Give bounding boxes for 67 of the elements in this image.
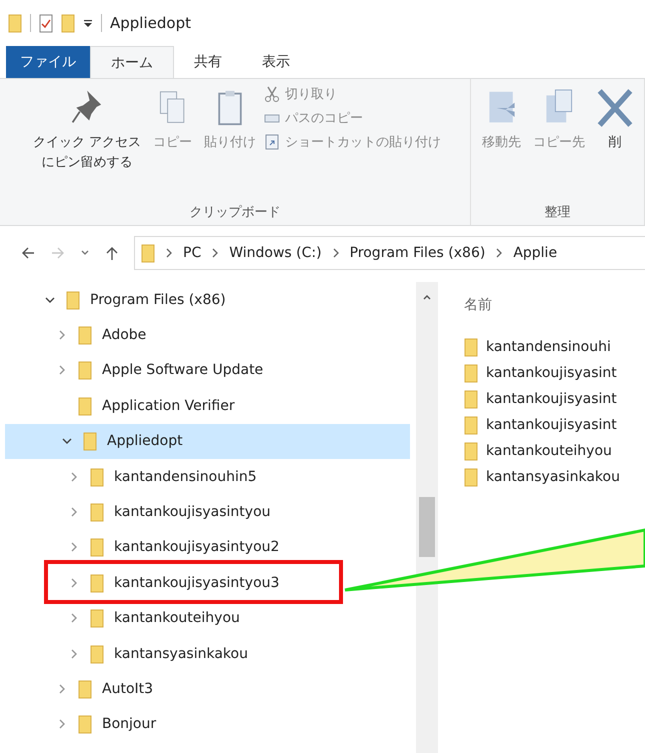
breadcrumb[interactable]: Windows (C:) <box>229 245 322 261</box>
address-bar[interactable]: PC Windows (C:) Program Files (x86) Applie <box>134 236 645 270</box>
scrollbar-thumb[interactable] <box>419 497 435 557</box>
ribbon-button[interactable]: クイック アクセス にピン留めする <box>28 85 146 174</box>
folder-icon <box>90 502 104 522</box>
tree-item[interactable]: Bonjour <box>0 706 410 742</box>
checklist-icon[interactable] <box>39 13 53 33</box>
file-item[interactable]: kantansyasinkakou <box>464 464 620 490</box>
folder-icon <box>90 466 104 487</box>
group-label: クリップボード <box>190 204 280 221</box>
folder-icon <box>141 243 155 263</box>
folder-icon <box>90 537 104 558</box>
tree-item[interactable]: kantankoujisyasintyou <box>0 494 410 530</box>
folder-icon <box>78 714 92 734</box>
tree-item[interactable]: Adobe <box>0 317 410 353</box>
dropdown-icon[interactable] <box>83 18 93 28</box>
file-item[interactable]: kantandensinouhi <box>464 334 611 360</box>
ribbon-tab[interactable]: 表示 <box>242 46 310 78</box>
folder-icon <box>78 396 92 416</box>
file-item[interactable]: kantankoujisyasint <box>464 386 617 412</box>
breadcrumb[interactable]: Program Files (x86) <box>350 245 486 261</box>
file-item[interactable]: kantankoujisyasint <box>464 412 617 438</box>
tree-item[interactable]: kantankouteihyou <box>0 600 410 636</box>
back-arrow-icon[interactable] <box>20 245 36 261</box>
tree-item[interactable]: Apple Software Update <box>0 352 410 388</box>
group-label: 整理 <box>544 204 570 221</box>
folder-icon <box>90 644 104 664</box>
up-arrow-icon[interactable] <box>104 245 120 261</box>
tree-item[interactable]: AutoIt3 <box>0 671 410 707</box>
tree-item[interactable]: Program Files (x86) <box>0 282 410 318</box>
folder-icon[interactable] <box>8 13 22 33</box>
folder-icon <box>83 431 97 452</box>
tree-item[interactable]: Application Verifier <box>0 388 410 424</box>
column-header[interactable]: 名前 <box>464 296 645 314</box>
window-title: Appliedopt <box>110 14 191 32</box>
folder-icon <box>90 608 104 628</box>
tree-item[interactable]: kantandensinouhin5 <box>0 458 410 494</box>
tree-item[interactable]: kantansyasinkakou <box>0 636 410 672</box>
breadcrumb[interactable]: Applie <box>513 245 558 261</box>
folder-icon <box>464 363 478 383</box>
ribbon-tab[interactable]: ホーム <box>90 46 174 78</box>
ribbon-tab[interactable]: ファイル <box>6 46 90 78</box>
forward-arrow-icon[interactable] <box>50 245 66 261</box>
folder-icon <box>464 441 478 461</box>
tree-item[interactable]: Appliedopt <box>5 424 410 459</box>
folder-icon <box>90 572 104 593</box>
folder-icon[interactable] <box>61 13 75 33</box>
chevron-right-icon <box>211 248 220 258</box>
chevron-right-icon <box>495 248 504 258</box>
folder-icon <box>464 467 478 487</box>
folder-icon <box>464 389 478 409</box>
folder-icon <box>78 678 92 699</box>
ribbon-button[interactable]: 削 <box>593 85 637 154</box>
folder-icon <box>66 290 80 310</box>
breadcrumb[interactable]: PC <box>183 245 202 261</box>
folder-icon <box>464 415 478 435</box>
shortcut-icon <box>264 134 280 150</box>
chevron-right-icon <box>165 248 173 258</box>
folder-icon <box>464 337 478 357</box>
file-item[interactable]: kantankouteihyou <box>464 438 612 464</box>
delete-icon <box>597 87 633 129</box>
chevron-right-icon <box>332 248 340 258</box>
file-item[interactable]: kantankoujisyasint <box>464 360 617 386</box>
folder-icon <box>78 325 92 346</box>
ribbon-tab[interactable]: 共有 <box>174 46 242 78</box>
scissors-icon <box>264 86 280 102</box>
folder-icon <box>78 360 92 380</box>
